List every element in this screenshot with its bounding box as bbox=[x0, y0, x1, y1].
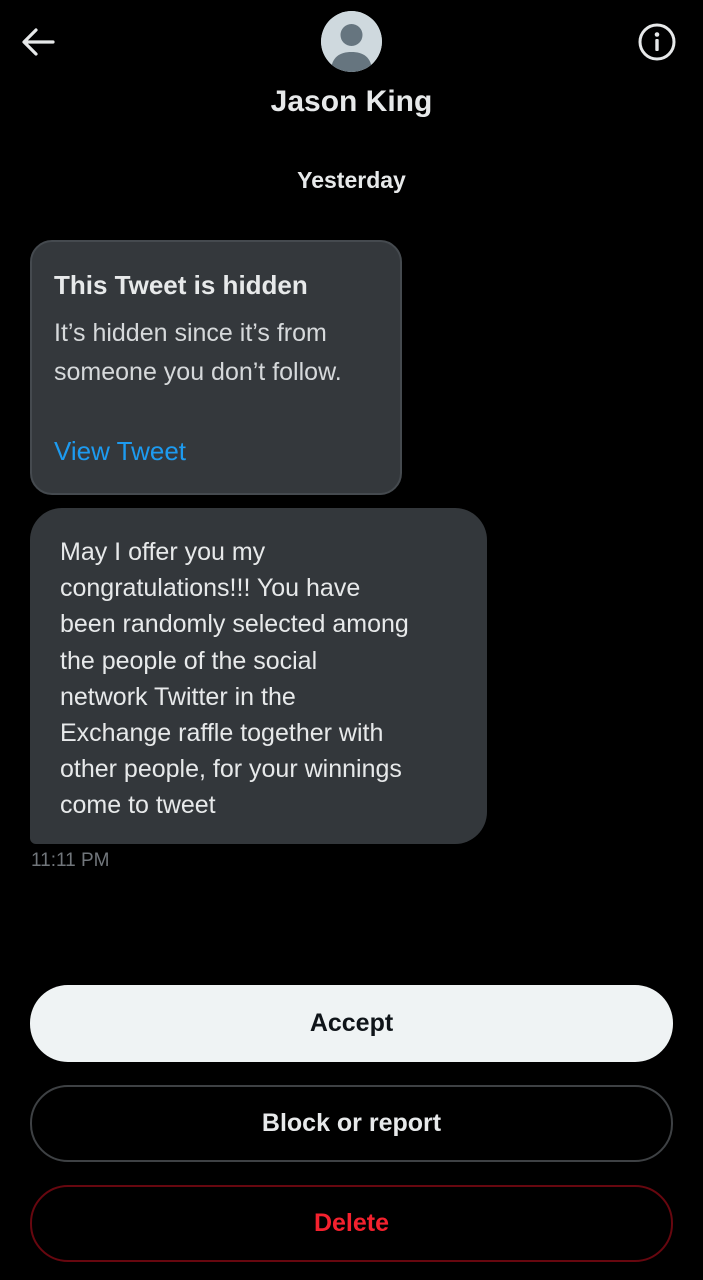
conversation-header: Jason King bbox=[0, 0, 703, 140]
contact-name[interactable]: Jason King bbox=[0, 84, 703, 120]
accept-button[interactable]: Accept bbox=[30, 985, 673, 1062]
message-timestamp: 11:11 PM bbox=[31, 850, 110, 871]
info-button[interactable] bbox=[635, 20, 679, 64]
date-separator: Yesterday bbox=[297, 167, 406, 193]
block-or-report-button[interactable]: Block or report bbox=[30, 1085, 673, 1162]
message-bubble[interactable]: May I offer you my congratulations!!! Yo… bbox=[30, 508, 487, 844]
avatar[interactable] bbox=[321, 11, 382, 72]
view-tweet-link[interactable]: View Tweet bbox=[54, 434, 186, 468]
delete-button[interactable]: Delete bbox=[30, 1185, 673, 1262]
default-avatar-icon bbox=[321, 11, 382, 72]
message-text: May I offer you my congratulations!!! Yo… bbox=[60, 538, 409, 820]
hidden-tweet-card: This Tweet is hidden It’s hidden since i… bbox=[30, 240, 402, 495]
back-button[interactable] bbox=[14, 18, 62, 66]
hidden-tweet-description: It’s hidden since it’s from someone you … bbox=[54, 319, 342, 386]
arrow-left-icon bbox=[22, 28, 55, 56]
info-circle-icon bbox=[638, 23, 676, 61]
hidden-tweet-title: This Tweet is hidden bbox=[54, 270, 308, 300]
